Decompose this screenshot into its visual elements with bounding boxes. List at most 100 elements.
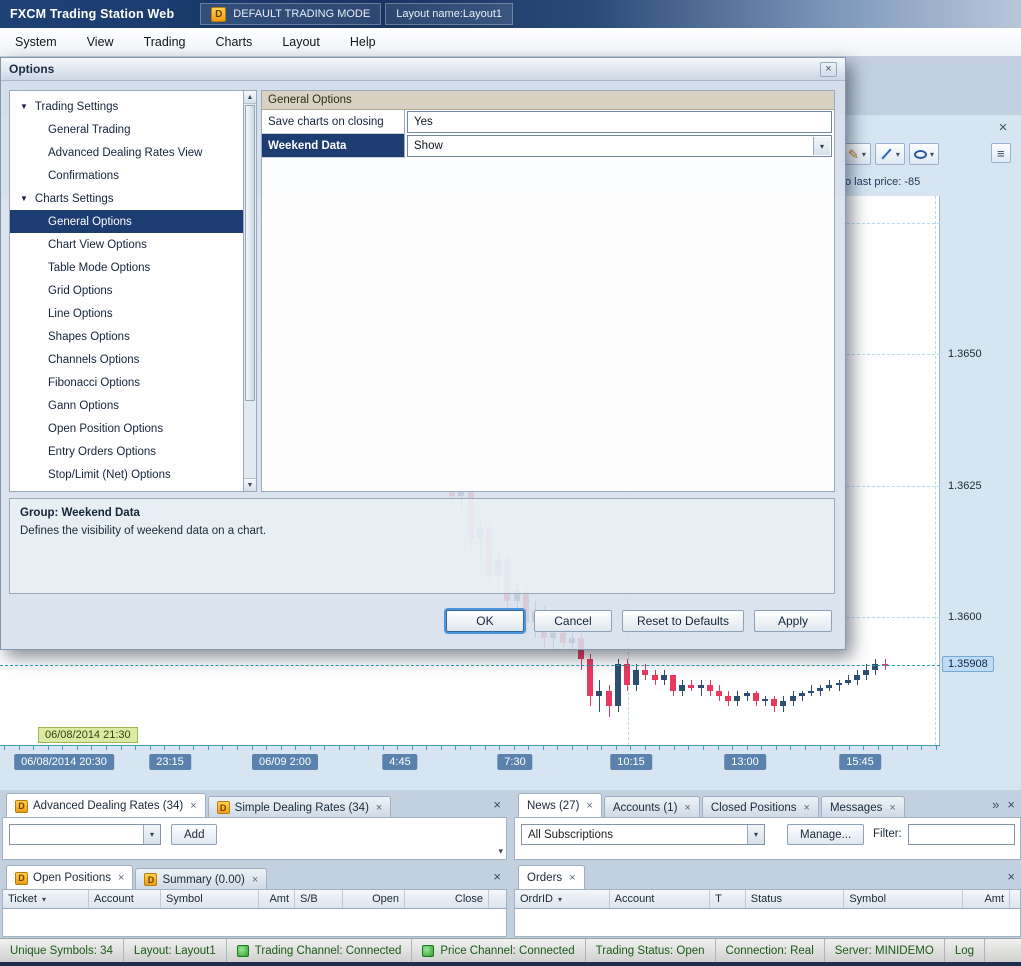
- column-header-account[interactable]: Account: [610, 890, 711, 908]
- setting-value-weekend-data[interactable]: Show ▾: [407, 135, 832, 157]
- column-header-symbol[interactable]: Symbol: [161, 890, 259, 908]
- dialog-title-bar[interactable]: Options ×: [1, 58, 845, 81]
- menu-item-charts[interactable]: Charts: [200, 28, 267, 56]
- panel-close-icon[interactable]: ×: [493, 797, 501, 812]
- positions-tab-summary-0-00[interactable]: D Summary (0.00) ×: [135, 868, 268, 890]
- status-text: Unique Symbols: 34: [10, 944, 113, 957]
- subscriptions-dropdown[interactable]: All Subscriptions ▾: [521, 824, 765, 845]
- tab-close-icon[interactable]: ×: [190, 800, 196, 812]
- tab-overflow-icon[interactable]: »: [992, 797, 999, 812]
- apply-button[interactable]: Apply: [754, 610, 832, 632]
- add-button[interactable]: Add: [171, 824, 218, 845]
- tab-close-icon[interactable]: ×: [118, 872, 124, 884]
- tree-item-stop-limit-net-options[interactable]: Stop/Limit (Net) Options: [10, 463, 243, 486]
- column-header-ticket[interactable]: Ticket ▾: [3, 890, 89, 908]
- column-header-amt[interactable]: Amt: [963, 890, 1010, 908]
- tree-item-general-trading[interactable]: General Trading: [10, 118, 243, 141]
- close-icon[interactable]: ×: [820, 61, 837, 77]
- tab-close-icon[interactable]: ×: [252, 874, 258, 886]
- column-header-account[interactable]: Account: [89, 890, 161, 908]
- line-tool-button[interactable]: ▾: [874, 143, 905, 165]
- panel-close-icon[interactable]: ×: [1007, 797, 1015, 812]
- tab-close-icon[interactable]: ×: [586, 800, 592, 812]
- trading-mode-selector[interactable]: D DEFAULT TRADING MODE: [200, 3, 382, 25]
- news-tab-accounts-1[interactable]: Accounts (1) ×: [603, 796, 700, 818]
- manage-button[interactable]: Manage...: [787, 824, 865, 845]
- column-header-ordrid[interactable]: OrdrID ▾: [515, 890, 610, 908]
- news-tab-closed-positions[interactable]: Closed Positions ×: [701, 796, 819, 818]
- chevron-down-icon[interactable]: ▾: [896, 150, 900, 159]
- menu-item-trading[interactable]: Trading: [129, 28, 201, 56]
- ok-button[interactable]: OK: [445, 610, 524, 632]
- column-header-open[interactable]: Open: [343, 890, 405, 908]
- panel-close-icon[interactable]: ×: [493, 869, 501, 884]
- panel-close-icon[interactable]: ×: [1007, 869, 1015, 884]
- candle: [780, 701, 786, 706]
- tree-item-advanced-dealing-rates-view[interactable]: Advanced Dealing Rates View: [10, 141, 243, 164]
- setting-value-save-charts-on-closing[interactable]: Yes: [407, 111, 832, 133]
- collapse-triangle-icon[interactable]: ▼: [20, 194, 28, 203]
- column-header-t[interactable]: T: [710, 890, 746, 908]
- column-header-status[interactable]: Status: [746, 890, 845, 908]
- dealing-tab-simple-dealing-rates-34[interactable]: D Simple Dealing Rates (34) ×: [207, 796, 392, 818]
- column-header-s-b[interactable]: S/B: [295, 890, 343, 908]
- menu-item-view[interactable]: View: [72, 28, 129, 56]
- dropdown-arrow-icon[interactable]: ▾: [813, 137, 830, 155]
- scrollbar-thumb[interactable]: [245, 105, 255, 401]
- cancel-button[interactable]: Cancel: [533, 610, 612, 632]
- dealing-tab-advanced-dealing-rates-34[interactable]: D Advanced Dealing Rates (34) ×: [6, 793, 206, 818]
- tree-item-general-options[interactable]: General Options: [10, 210, 243, 233]
- orders-tab-orders[interactable]: Orders ×: [518, 865, 585, 890]
- time-axis-tick: [703, 746, 704, 750]
- tree-item-chart-view-options[interactable]: Chart View Options: [10, 233, 243, 256]
- menu-item-system[interactable]: System: [0, 28, 72, 56]
- menu-item-help[interactable]: Help: [335, 28, 391, 56]
- menu-item-layout[interactable]: Layout: [267, 28, 335, 56]
- tree-item-fibonacci-options[interactable]: Fibonacci Options: [10, 371, 243, 394]
- tree-item-entry-orders-options[interactable]: Entry Orders Options: [10, 440, 243, 463]
- scroll-down-icon[interactable]: ▾: [498, 846, 503, 857]
- column-header-symbol[interactable]: Symbol: [844, 890, 963, 908]
- shape-tool-button[interactable]: ▾: [908, 143, 939, 165]
- time-axis-tick: [354, 746, 355, 750]
- column-header-amt[interactable]: Amt: [259, 890, 295, 908]
- tree-item-confirmations[interactable]: Confirmations: [10, 164, 243, 187]
- tab-close-icon[interactable]: ×: [376, 802, 382, 814]
- tab-close-icon[interactable]: ×: [889, 802, 895, 814]
- sort-caret-icon[interactable]: ▾: [42, 895, 46, 904]
- tree-scrollbar[interactable]: ▲ ▼: [243, 90, 257, 492]
- reset-to-defaults-button[interactable]: Reset to Defaults: [621, 610, 744, 632]
- close-icon[interactable]: ×: [995, 119, 1011, 136]
- sort-caret-icon[interactable]: ▾: [558, 895, 562, 904]
- chart-menu-button[interactable]: ≡: [991, 143, 1011, 163]
- filter-input[interactable]: [908, 824, 1015, 845]
- collapse-triangle-icon[interactable]: ▼: [20, 102, 28, 111]
- tree-item-channels-options[interactable]: Channels Options: [10, 348, 243, 371]
- chevron-down-icon[interactable]: ▾: [862, 150, 866, 159]
- scroll-down-icon[interactable]: ▼: [244, 478, 256, 491]
- tab-close-icon[interactable]: ×: [804, 802, 810, 814]
- tree-item-line-options[interactable]: Line Options: [10, 302, 243, 325]
- time-axis-tick: [266, 746, 267, 750]
- tab-close-icon[interactable]: ×: [684, 802, 690, 814]
- positions-tab-open-positions[interactable]: D Open Positions ×: [6, 865, 134, 890]
- news-tab-news-27[interactable]: News (27) ×: [518, 793, 602, 818]
- tree-item-gann-options[interactable]: Gann Options: [10, 394, 243, 417]
- tree-item-open-position-options[interactable]: Open Position Options: [10, 417, 243, 440]
- chevron-down-icon[interactable]: ▾: [143, 825, 160, 844]
- time-axis-tick: [790, 746, 791, 750]
- chevron-down-icon[interactable]: ▾: [930, 150, 934, 159]
- tree-item-shapes-options[interactable]: Shapes Options: [10, 325, 243, 348]
- tree-item-trading-settings[interactable]: ▼ Trading Settings: [10, 95, 243, 118]
- column-header-close[interactable]: Close: [405, 890, 489, 908]
- pencil-tool-button[interactable]: ✎ ▾: [843, 143, 871, 165]
- news-tab-messages[interactable]: Messages ×: [820, 796, 905, 818]
- tree-item-table-mode-options[interactable]: Table Mode Options: [10, 256, 243, 279]
- tab-close-icon[interactable]: ×: [569, 872, 575, 884]
- tree-item-charts-settings[interactable]: ▼ Charts Settings: [10, 187, 243, 210]
- instrument-dropdown[interactable]: ▾: [9, 824, 161, 845]
- tree-item-grid-options[interactable]: Grid Options: [10, 279, 243, 302]
- scroll-up-icon[interactable]: ▲: [244, 91, 256, 104]
- candle-wick: [765, 696, 766, 706]
- chevron-down-icon[interactable]: ▾: [747, 825, 764, 844]
